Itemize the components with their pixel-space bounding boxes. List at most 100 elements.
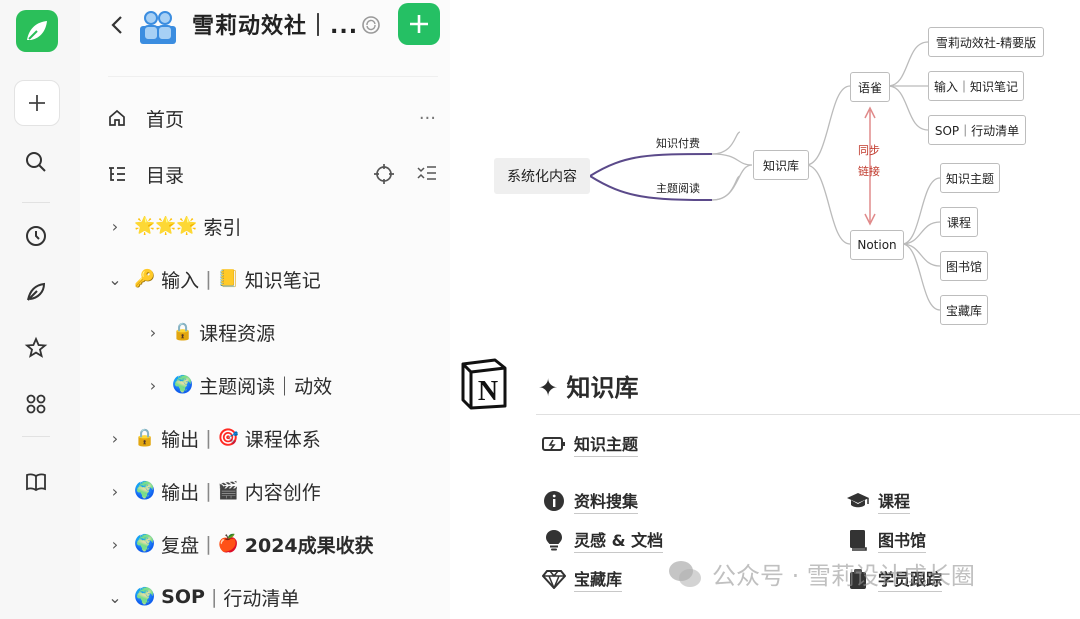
mind-leaf: 输入｜知识笔记 — [928, 71, 1024, 101]
collapse-list-button[interactable] — [416, 163, 438, 190]
more-options-button[interactable]: ··· — [419, 108, 436, 129]
clapper-emoji-icon: 🎬 — [217, 481, 239, 501]
notion-logo: N — [459, 358, 509, 410]
chevron-right-icon[interactable]: › — [144, 323, 162, 342]
chevron-right-icon[interactable]: › — [106, 217, 124, 236]
sync-icon — [362, 16, 380, 34]
locate-button[interactable] — [372, 162, 396, 191]
collapse-list-icon — [417, 166, 436, 180]
tree-item-sop[interactable]: ⌄ 🌍 SOP | 行动清单 — [106, 577, 299, 617]
notion-link-library[interactable]: 图书馆 — [846, 527, 927, 553]
tree-item-label: 课程资源 — [199, 322, 276, 345]
tree-item-output-content[interactable]: › 🌍 输出 | 🎬 内容创作 — [106, 471, 321, 511]
svg-text:N: N — [478, 376, 498, 407]
recent-button[interactable] — [20, 220, 52, 252]
tree-item-prefix: 输出 — [161, 481, 200, 504]
notion-link-treasury[interactable]: 宝藏库 — [542, 566, 623, 592]
notion-link-knowledge-topics[interactable]: 知识主题 — [542, 431, 639, 457]
mind-leaf: 雪莉动效社-精要版 — [928, 27, 1044, 57]
workspace-avatar — [138, 4, 178, 46]
workspace-title[interactable]: 雪莉动效社｜... — [192, 8, 358, 40]
knowledge-sidebar: 雪莉动效社｜... 首页 ··· 目录 › 🌟🌟🌟 索引 ⌄ 🔑 输入 | 📒 … — [80, 0, 450, 619]
notion-link-ideas-docs[interactable]: 灵感 & 文档 — [542, 527, 664, 553]
tree-item-prefix: 输入 — [161, 269, 200, 292]
mind-map: 系统化内容 知识付费 主题阅读 知识库 语雀 Notion 同步 链接 雪莉动效… — [450, 0, 1080, 350]
chevron-left-icon — [111, 16, 122, 34]
title-divider — [536, 414, 1080, 415]
mind-branch-yuque: 语雀 — [850, 72, 890, 102]
header-divider — [108, 76, 438, 77]
chevron-right-icon[interactable]: › — [106, 482, 124, 501]
key-emoji-icon: 🔑 — [134, 269, 156, 289]
write-button[interactable] — [20, 276, 52, 308]
new-button[interactable] — [14, 80, 60, 126]
separator: | — [205, 480, 212, 502]
search-button[interactable] — [20, 146, 52, 178]
chevron-down-icon[interactable]: ⌄ — [106, 588, 124, 607]
globe-emoji-icon: 🌍 — [172, 375, 194, 395]
bird-logo-icon — [27, 21, 47, 40]
battery-icon — [542, 433, 566, 455]
plus-icon — [29, 95, 45, 111]
back-button[interactable] — [106, 12, 128, 38]
chevron-down-icon[interactable]: ⌄ — [106, 270, 124, 289]
nav-catalog[interactable]: 目录 — [106, 154, 438, 194]
mind-leaf: 宝藏库 — [940, 295, 988, 325]
notion-link-courses[interactable]: 课程 — [846, 488, 911, 514]
app-rail — [0, 0, 81, 619]
workspace-header: 雪莉动效社｜... — [80, 0, 450, 52]
search-icon — [26, 152, 46, 172]
target-emoji-icon: 🎯 — [217, 428, 239, 448]
nav-home[interactable]: 首页 ··· — [106, 98, 438, 138]
favorites-button[interactable] — [20, 332, 52, 364]
globe-emoji-icon: 🌍 — [134, 534, 156, 554]
lock-emoji-icon: 🔒 — [172, 322, 194, 342]
tree-item-course-resources[interactable]: › 🔒 课程资源 — [144, 312, 275, 352]
separator: | — [205, 533, 212, 555]
gem-icon — [542, 568, 566, 590]
notion-page-title: ✦ 知识库 — [538, 374, 639, 402]
tree-item-label: 行动清单 — [223, 587, 300, 610]
outline-icon — [106, 163, 128, 185]
mind-leaf: SOP｜行动清单 — [928, 115, 1026, 145]
notion-link-research[interactable]: 资料搜集 — [542, 488, 639, 514]
edge-label-top: 知识付费 — [656, 137, 700, 150]
tree-item-label: 索引 — [203, 216, 242, 239]
clock-icon — [26, 226, 46, 246]
mind-hub-node: 知识库 — [753, 150, 809, 180]
separator: | — [205, 268, 212, 290]
tree-item-output-course[interactable]: › 🔒 输出 | 🎯 课程体系 — [106, 418, 321, 458]
team-icon — [140, 11, 176, 44]
tree-item-label: 2024成果收获 — [244, 534, 374, 557]
mind-root-node: 系统化内容 — [494, 158, 590, 194]
wechat-icon — [669, 560, 701, 587]
mind-leaf: 课程 — [940, 207, 978, 237]
app-logo[interactable] — [16, 10, 58, 52]
chevron-right-icon[interactable]: › — [106, 429, 124, 448]
apple-emoji-icon: 🍎 — [217, 534, 239, 554]
graduation-cap-icon — [846, 490, 870, 512]
add-page-button[interactable] — [398, 3, 440, 45]
tree-item-topic-reading[interactable]: › 🌍 主题阅读｜动效 — [144, 365, 332, 405]
library-button[interactable] — [20, 466, 52, 498]
sync-status[interactable] — [360, 14, 382, 36]
globe-emoji-icon: 🌍 — [134, 481, 156, 501]
mind-branch-notion: Notion — [850, 230, 904, 260]
wechat-watermark: 公众号 · 雪莉设计成长圈 — [668, 556, 975, 591]
tree-item-prefix: SOP — [161, 586, 205, 608]
tree-item-label: 知识笔记 — [244, 269, 321, 292]
chevron-right-icon[interactable]: › — [106, 535, 124, 554]
edge-label-bottom: 主题阅读 — [656, 182, 700, 195]
tree-item-review[interactable]: › 🌍 复盘 | 🍎 2024成果收获 — [106, 524, 374, 564]
watermark-text: 公众号 · 雪莉设计成长圈 — [712, 562, 975, 590]
chevron-right-icon[interactable]: › — [144, 376, 162, 395]
open-book-icon — [26, 473, 46, 492]
separator: | — [205, 427, 212, 449]
apps-button[interactable] — [20, 388, 52, 420]
link-label: 链接 — [858, 165, 880, 178]
tree-item-input-notes[interactable]: ⌄ 🔑 输入 | 📒 知识笔记 — [106, 259, 321, 299]
sync-label: 同步 — [858, 144, 880, 157]
tree-item-index[interactable]: › 🌟🌟🌟 索引 — [106, 206, 242, 246]
stars-emoji-icon: 🌟🌟🌟 — [134, 216, 198, 236]
apps-grid-icon — [26, 394, 46, 414]
